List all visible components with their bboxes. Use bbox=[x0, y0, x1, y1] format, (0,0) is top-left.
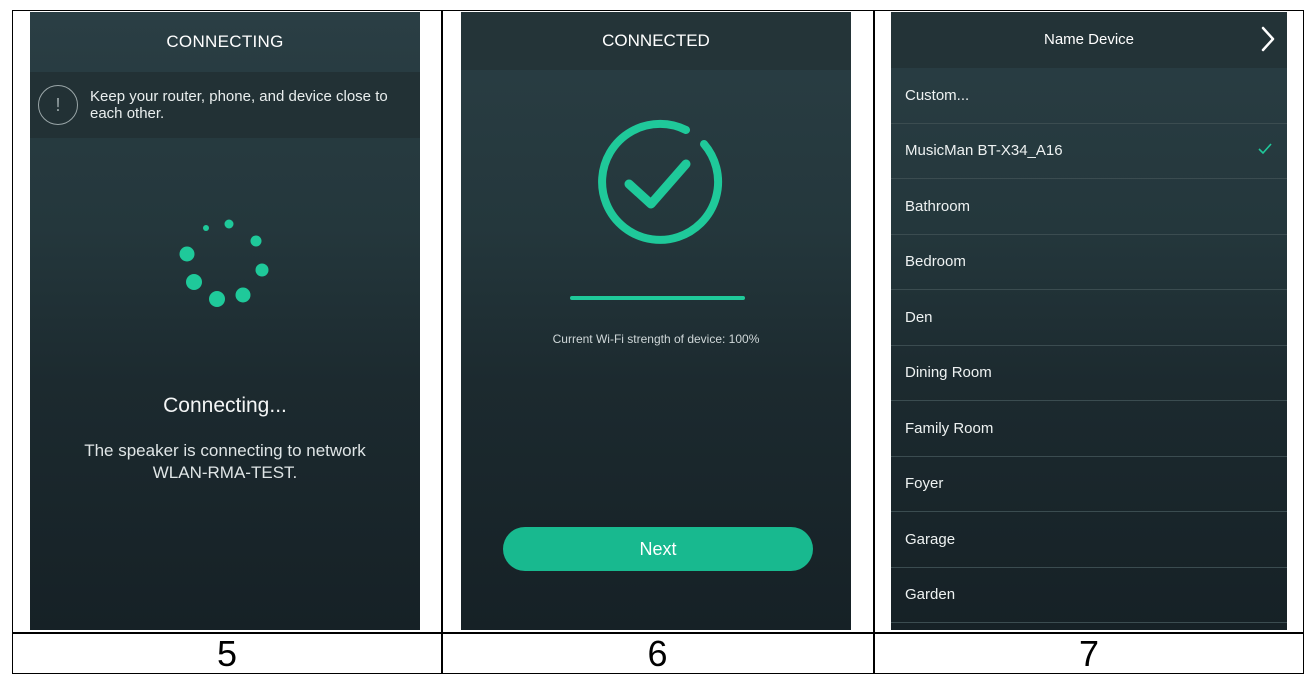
list-item[interactable]: Dining Room bbox=[891, 346, 1287, 401]
list-item-label: Garden bbox=[905, 586, 956, 604]
list-item-label: Foyer bbox=[905, 475, 944, 493]
description-line: The speaker is connecting to network bbox=[84, 441, 366, 460]
list-item-label: Dining Room bbox=[905, 364, 992, 382]
wifi-strength-bar bbox=[570, 296, 745, 300]
network-name: WLAN-RMA-TEST. bbox=[152, 463, 298, 482]
checkmark-icon bbox=[1258, 142, 1272, 154]
list-item-label: Custom... bbox=[905, 86, 970, 104]
list-item-label: Family Room bbox=[905, 419, 994, 437]
list-item-label: Bedroom bbox=[905, 253, 966, 271]
list-item[interactable]: Foyer bbox=[891, 457, 1287, 512]
list-item[interactable]: Bedroom bbox=[891, 235, 1287, 290]
header: Name Device bbox=[891, 12, 1287, 68]
table-divider bbox=[873, 10, 875, 674]
list-item-label: Garage bbox=[905, 530, 956, 548]
connecting-screen: CONNECTING ! Keep your router, phone, an… bbox=[30, 12, 420, 630]
list-item[interactable]: Family Room bbox=[891, 401, 1287, 457]
list-item-label: Den bbox=[905, 308, 933, 326]
list-item-label: MusicMan BT-X34_A16 bbox=[905, 142, 1063, 160]
list-item[interactable]: Den bbox=[891, 290, 1287, 346]
step-number: 5 bbox=[216, 633, 238, 674]
screen-title: Name Device bbox=[1043, 31, 1135, 48]
device-name-list: Custom... MusicMan BT-X34_A16 Bathroom Bedr… bbox=[891, 68, 1287, 623]
list-item[interactable]: Bathroom bbox=[891, 179, 1287, 235]
step-number: 7 bbox=[1078, 633, 1100, 674]
list-item[interactable]: Custom... bbox=[891, 68, 1287, 124]
step-number: 6 bbox=[647, 633, 668, 674]
list-item[interactable]: Garden bbox=[891, 568, 1287, 623]
loading-spinner-icon bbox=[179, 219, 269, 307]
next-button[interactable]: Next bbox=[503, 527, 813, 571]
connecting-heading: Connecting... bbox=[163, 394, 287, 417]
table-divider bbox=[441, 10, 443, 674]
list-item[interactable]: Garage bbox=[891, 512, 1287, 568]
chevron-right-icon[interactable] bbox=[1257, 24, 1279, 54]
list-item-label: Bathroom bbox=[905, 197, 971, 215]
connected-screen: CONNECTED Current Wi-Fi strength of devi… bbox=[461, 12, 851, 630]
name-device-screen: Name Device Custom... MusicMan BT-X34_A16… bbox=[891, 12, 1287, 630]
list-item[interactable]: MusicMan BT-X34_A16 bbox=[891, 124, 1287, 179]
wifi-strength-text: Current Wi-Fi strength of device: 100% bbox=[552, 332, 760, 346]
connecting-description: The speaker is connecting to network WLA… bbox=[30, 440, 420, 484]
